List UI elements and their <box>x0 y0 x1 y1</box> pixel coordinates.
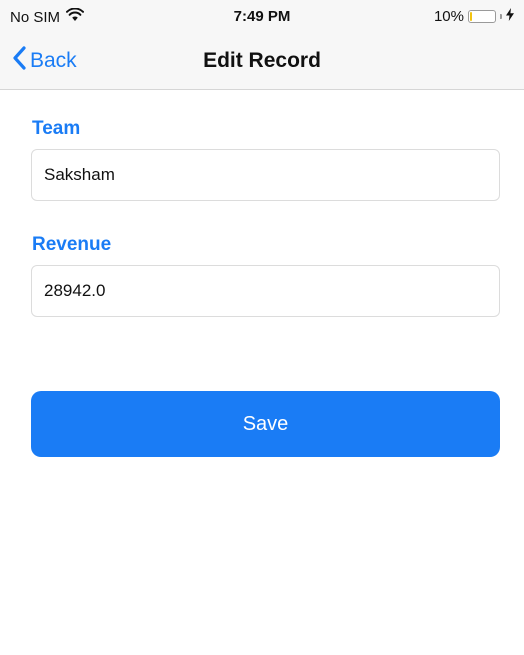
status-right: 10% <box>434 8 514 25</box>
battery-percent: 10% <box>433 8 464 25</box>
battery-nub <box>500 14 502 19</box>
page-title: Edit Record <box>203 49 321 72</box>
team-label: Team <box>32 118 81 139</box>
revenue-label: Revenue <box>32 234 112 255</box>
battery-fill <box>470 12 472 21</box>
revenue-input[interactable] <box>31 265 500 317</box>
battery-icon <box>468 10 496 23</box>
charging-bolt-icon <box>506 8 514 25</box>
edit-form: Team Revenue Save <box>0 91 524 655</box>
edit-record-screen: No SIM 7:49 PM 10% Back Edit Record Team… <box>0 0 524 655</box>
team-input[interactable] <box>31 149 500 201</box>
status-bar: No SIM 7:49 PM 10% <box>0 0 524 34</box>
navigation-bar: Back Edit Record <box>0 34 524 90</box>
save-button[interactable]: Save <box>31 391 500 457</box>
